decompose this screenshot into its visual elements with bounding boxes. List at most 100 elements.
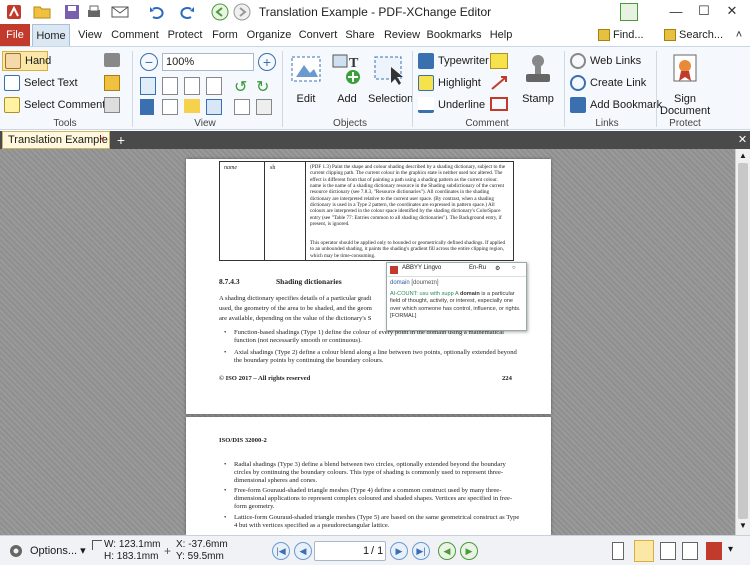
select-text-button[interactable]: Select Text xyxy=(4,75,78,91)
add-bookmark-button[interactable]: Add Bookmark xyxy=(570,97,662,113)
fit-width-icon[interactable] xyxy=(184,77,200,95)
fit-visible-icon[interactable] xyxy=(206,77,222,95)
comments-panel-icon[interactable] xyxy=(184,99,200,113)
menu-protect[interactable]: Protect xyxy=(165,24,205,46)
links-group-label: Links xyxy=(595,118,619,129)
email-icon[interactable] xyxy=(106,3,134,21)
bookmarks-panel-icon[interactable] xyxy=(140,99,154,115)
forward-view-icon[interactable]: ▶ xyxy=(460,542,478,560)
menu-comment[interactable]: Comment xyxy=(110,24,160,46)
operator-table: name sh (PDF 1.3) Paint the shape and co… xyxy=(219,161,514,261)
view-group-label: View xyxy=(194,118,216,129)
create-link-button[interactable]: Create Link xyxy=(570,75,646,91)
close-button[interactable]: ✕ xyxy=(718,0,746,22)
previous-page-icon[interactable]: ◀ xyxy=(294,542,312,560)
vertical-scrollbar[interactable]: ▲ ▼ xyxy=(735,149,750,535)
rotate-left-icon[interactable]: ↺ xyxy=(234,77,250,96)
menu-review[interactable]: Review xyxy=(382,24,422,46)
web-links-button[interactable]: Web Links xyxy=(570,53,641,69)
snapshot-icon[interactable] xyxy=(104,53,120,67)
arrow-icon[interactable] xyxy=(490,75,508,91)
menu-form[interactable]: Form xyxy=(210,24,240,46)
find-button[interactable]: Find... xyxy=(598,24,660,46)
back-icon[interactable] xyxy=(210,3,230,21)
undo-icon[interactable] xyxy=(144,3,170,21)
first-page-icon[interactable]: |◀ xyxy=(272,542,290,560)
document-tab[interactable]: Translation Example × xyxy=(2,131,110,149)
menu-convert[interactable]: Convert xyxy=(297,24,339,46)
next-page-icon[interactable]: ▶ xyxy=(390,542,408,560)
zoom-out-icon[interactable]: − xyxy=(140,53,158,71)
underline-button[interactable]: Underline xyxy=(418,97,485,113)
menu-bookmarks[interactable]: Bookmarks xyxy=(426,24,482,46)
selection-button[interactable]: Selection xyxy=(368,51,413,115)
typewriter-button[interactable]: Typewriter xyxy=(418,53,489,69)
cursor-x: X: -37.6mm xyxy=(176,539,228,550)
last-page-icon[interactable]: ▶| xyxy=(412,542,430,560)
web-links-label: Web Links xyxy=(590,55,642,67)
menu-view[interactable]: View xyxy=(75,24,105,46)
sign-document-button[interactable]: Sign Document xyxy=(660,51,710,117)
options-button[interactable]: Options... ▾ xyxy=(30,544,86,557)
objects-group-label: Objects xyxy=(333,118,367,129)
rectangle-icon[interactable] xyxy=(490,97,508,111)
page-header: ISO/DIS 32000-2 xyxy=(219,437,267,444)
save-icon[interactable] xyxy=(62,3,82,21)
search-button[interactable]: Search... xyxy=(664,24,728,46)
actual-size-icon[interactable] xyxy=(140,77,156,95)
fullscreen-icon[interactable] xyxy=(620,3,638,21)
redo-icon[interactable] xyxy=(174,3,200,21)
lingvo-language[interactable]: En-Ru xyxy=(469,265,486,271)
edit-button[interactable]: Edit xyxy=(288,51,324,115)
menu-home[interactable]: Home xyxy=(32,24,70,46)
menu-help[interactable]: Help xyxy=(486,24,516,46)
layers-icon[interactable] xyxy=(206,99,222,115)
select-area-icon[interactable] xyxy=(104,97,120,113)
new-tab-icon[interactable]: + xyxy=(114,131,128,149)
lingvo-pin-icon[interactable]: ○ xyxy=(512,265,516,271)
page-layout-icon[interactable] xyxy=(234,99,250,115)
ribbon-collapse-icon[interactable]: ˄ xyxy=(732,24,746,46)
scrollbar-thumb[interactable] xyxy=(738,163,748,519)
menu-organize[interactable]: Organize xyxy=(245,24,293,46)
back-view-icon[interactable]: ◀ xyxy=(438,542,456,560)
properties-icon[interactable] xyxy=(256,99,272,115)
scroll-up-icon[interactable]: ▲ xyxy=(738,151,748,161)
highlight-button[interactable]: Highlight xyxy=(418,75,481,91)
sticky-note-icon[interactable] xyxy=(490,53,508,69)
close-doc-icon[interactable]: ✕ xyxy=(735,131,750,149)
svg-text:T: T xyxy=(349,56,359,71)
minimize-button[interactable]: — xyxy=(662,0,690,22)
pdf-file-icon[interactable] xyxy=(706,542,722,560)
gear-icon[interactable] xyxy=(8,543,24,559)
page-total: / 1 xyxy=(371,545,384,557)
stamp-button[interactable]: Stamp xyxy=(514,51,562,115)
hand-tool-button[interactable]: Hand xyxy=(2,51,52,71)
fit-page-icon[interactable] xyxy=(162,77,178,95)
print-icon[interactable] xyxy=(84,3,104,21)
status-menu-icon[interactable]: ▾ xyxy=(728,544,733,555)
facing-pages-icon[interactable] xyxy=(660,542,676,560)
menu-share[interactable]: Share xyxy=(343,24,377,46)
bullet-marker: • xyxy=(224,461,227,468)
tab-close-icon[interactable]: × xyxy=(99,132,105,148)
zoom-in-icon[interactable]: + xyxy=(258,53,276,71)
menu-file[interactable]: File xyxy=(0,24,30,46)
document-viewport[interactable]: name sh (PDF 1.3) Paint the shape and co… xyxy=(0,149,735,535)
comment-group-label: Comment xyxy=(465,118,509,129)
thumbnails-icon[interactable] xyxy=(162,99,178,115)
zoom-input[interactable]: 100% xyxy=(162,53,254,71)
hand-label: Hand xyxy=(25,55,52,67)
continuous-page-icon[interactable] xyxy=(634,540,654,562)
single-page-icon[interactable] xyxy=(612,542,624,560)
continuous-facing-icon[interactable] xyxy=(682,542,698,560)
maximize-button[interactable]: ☐ xyxy=(690,0,718,22)
page-number-field[interactable]: 1 / 1 xyxy=(314,541,386,561)
select-comments-button[interactable]: Select Comments xyxy=(4,97,111,113)
open-folder-icon[interactable] xyxy=(30,3,54,21)
add-button[interactable]: T Add xyxy=(328,51,366,115)
scroll-down-icon[interactable]: ▼ xyxy=(738,521,748,531)
lingvo-settings-icon[interactable]: ⚙ xyxy=(495,265,500,272)
rotate-right-icon[interactable]: ↻ xyxy=(256,77,272,96)
edit-text-icon[interactable] xyxy=(104,75,120,91)
